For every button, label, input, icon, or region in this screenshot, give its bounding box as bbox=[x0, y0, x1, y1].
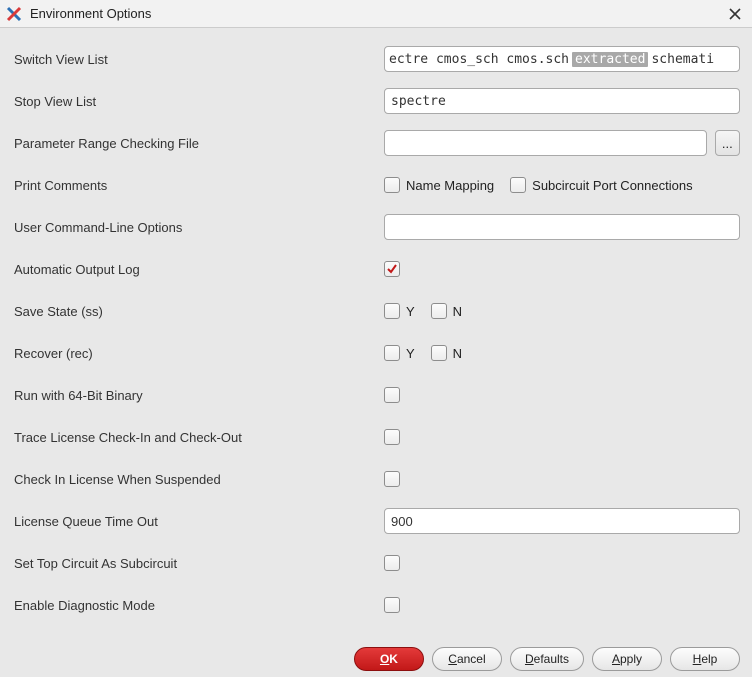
save-state-label: Save State (ss) bbox=[14, 304, 384, 319]
help-button[interactable]: Help bbox=[670, 647, 740, 671]
user-cmd-label: User Command-Line Options bbox=[14, 220, 384, 235]
print-comments-label: Print Comments bbox=[14, 178, 384, 193]
ellipsis-icon: ... bbox=[722, 136, 733, 151]
help-button-label: Help bbox=[693, 652, 718, 666]
save-state-y-label: Y bbox=[406, 304, 415, 319]
stop-view-list-label: Stop View List bbox=[14, 94, 384, 109]
top-circuit-checkbox[interactable] bbox=[384, 555, 400, 571]
diagnostic-checkbox[interactable] bbox=[384, 597, 400, 613]
diagnostic-label: Enable Diagnostic Mode bbox=[14, 598, 384, 613]
trace-license-label: Trace License Check-In and Check-Out bbox=[14, 430, 384, 445]
apply-button-label: Apply bbox=[612, 652, 642, 666]
window-title: Environment Options bbox=[30, 6, 724, 21]
run-64-label: Run with 64-Bit Binary bbox=[14, 388, 384, 403]
subcircuit-port-checkbox[interactable] bbox=[510, 177, 526, 193]
switch-view-list-post: schemati bbox=[651, 52, 714, 67]
auto-log-checkbox[interactable] bbox=[384, 261, 400, 277]
name-mapping-checkbox[interactable] bbox=[384, 177, 400, 193]
trace-license-checkbox[interactable] bbox=[384, 429, 400, 445]
dialog-content: Switch View List ectre cmos_sch cmos.sch… bbox=[0, 28, 752, 626]
defaults-button-label: Defaults bbox=[525, 652, 569, 666]
ok-button[interactable]: OK bbox=[354, 647, 424, 671]
license-queue-input[interactable] bbox=[384, 508, 740, 534]
save-state-n-label: N bbox=[453, 304, 462, 319]
recover-label: Recover (rec) bbox=[14, 346, 384, 361]
switch-view-list-highlight: extracted bbox=[572, 52, 648, 67]
checkin-suspended-label: Check In License When Suspended bbox=[14, 472, 384, 487]
top-circuit-label: Set Top Circuit As Subcircuit bbox=[14, 556, 384, 571]
param-range-browse-button[interactable]: ... bbox=[715, 130, 740, 156]
ok-button-label: OK bbox=[380, 652, 398, 666]
param-range-label: Parameter Range Checking File bbox=[14, 136, 384, 151]
recover-y-checkbox[interactable] bbox=[384, 345, 400, 361]
user-cmd-input[interactable] bbox=[384, 214, 740, 240]
run-64-checkbox[interactable] bbox=[384, 387, 400, 403]
titlebar: Environment Options bbox=[0, 0, 752, 28]
stop-view-list-input[interactable] bbox=[384, 88, 740, 114]
save-state-y-checkbox[interactable] bbox=[384, 303, 400, 319]
recover-n-label: N bbox=[453, 346, 462, 361]
button-bar: OK Cancel Defaults Apply Help bbox=[354, 647, 740, 671]
save-state-n-checkbox[interactable] bbox=[431, 303, 447, 319]
subcircuit-port-label: Subcircuit Port Connections bbox=[532, 178, 692, 193]
close-icon[interactable] bbox=[724, 3, 746, 25]
switch-view-list-pre: ectre cmos_sch cmos.sch bbox=[389, 52, 569, 67]
param-range-input[interactable] bbox=[384, 130, 707, 156]
recover-y-label: Y bbox=[406, 346, 415, 361]
recover-n-checkbox[interactable] bbox=[431, 345, 447, 361]
switch-view-list-input[interactable]: ectre cmos_sch cmos.sch extracted schema… bbox=[384, 46, 740, 72]
defaults-button[interactable]: Defaults bbox=[510, 647, 584, 671]
checkin-suspended-checkbox[interactable] bbox=[384, 471, 400, 487]
apply-button[interactable]: Apply bbox=[592, 647, 662, 671]
app-icon bbox=[6, 6, 22, 22]
cancel-button[interactable]: Cancel bbox=[432, 647, 502, 671]
switch-view-list-label: Switch View List bbox=[14, 52, 384, 67]
license-queue-label: License Queue Time Out bbox=[14, 514, 384, 529]
name-mapping-label: Name Mapping bbox=[406, 178, 494, 193]
auto-log-label: Automatic Output Log bbox=[14, 262, 384, 277]
cancel-button-label: Cancel bbox=[448, 652, 485, 666]
